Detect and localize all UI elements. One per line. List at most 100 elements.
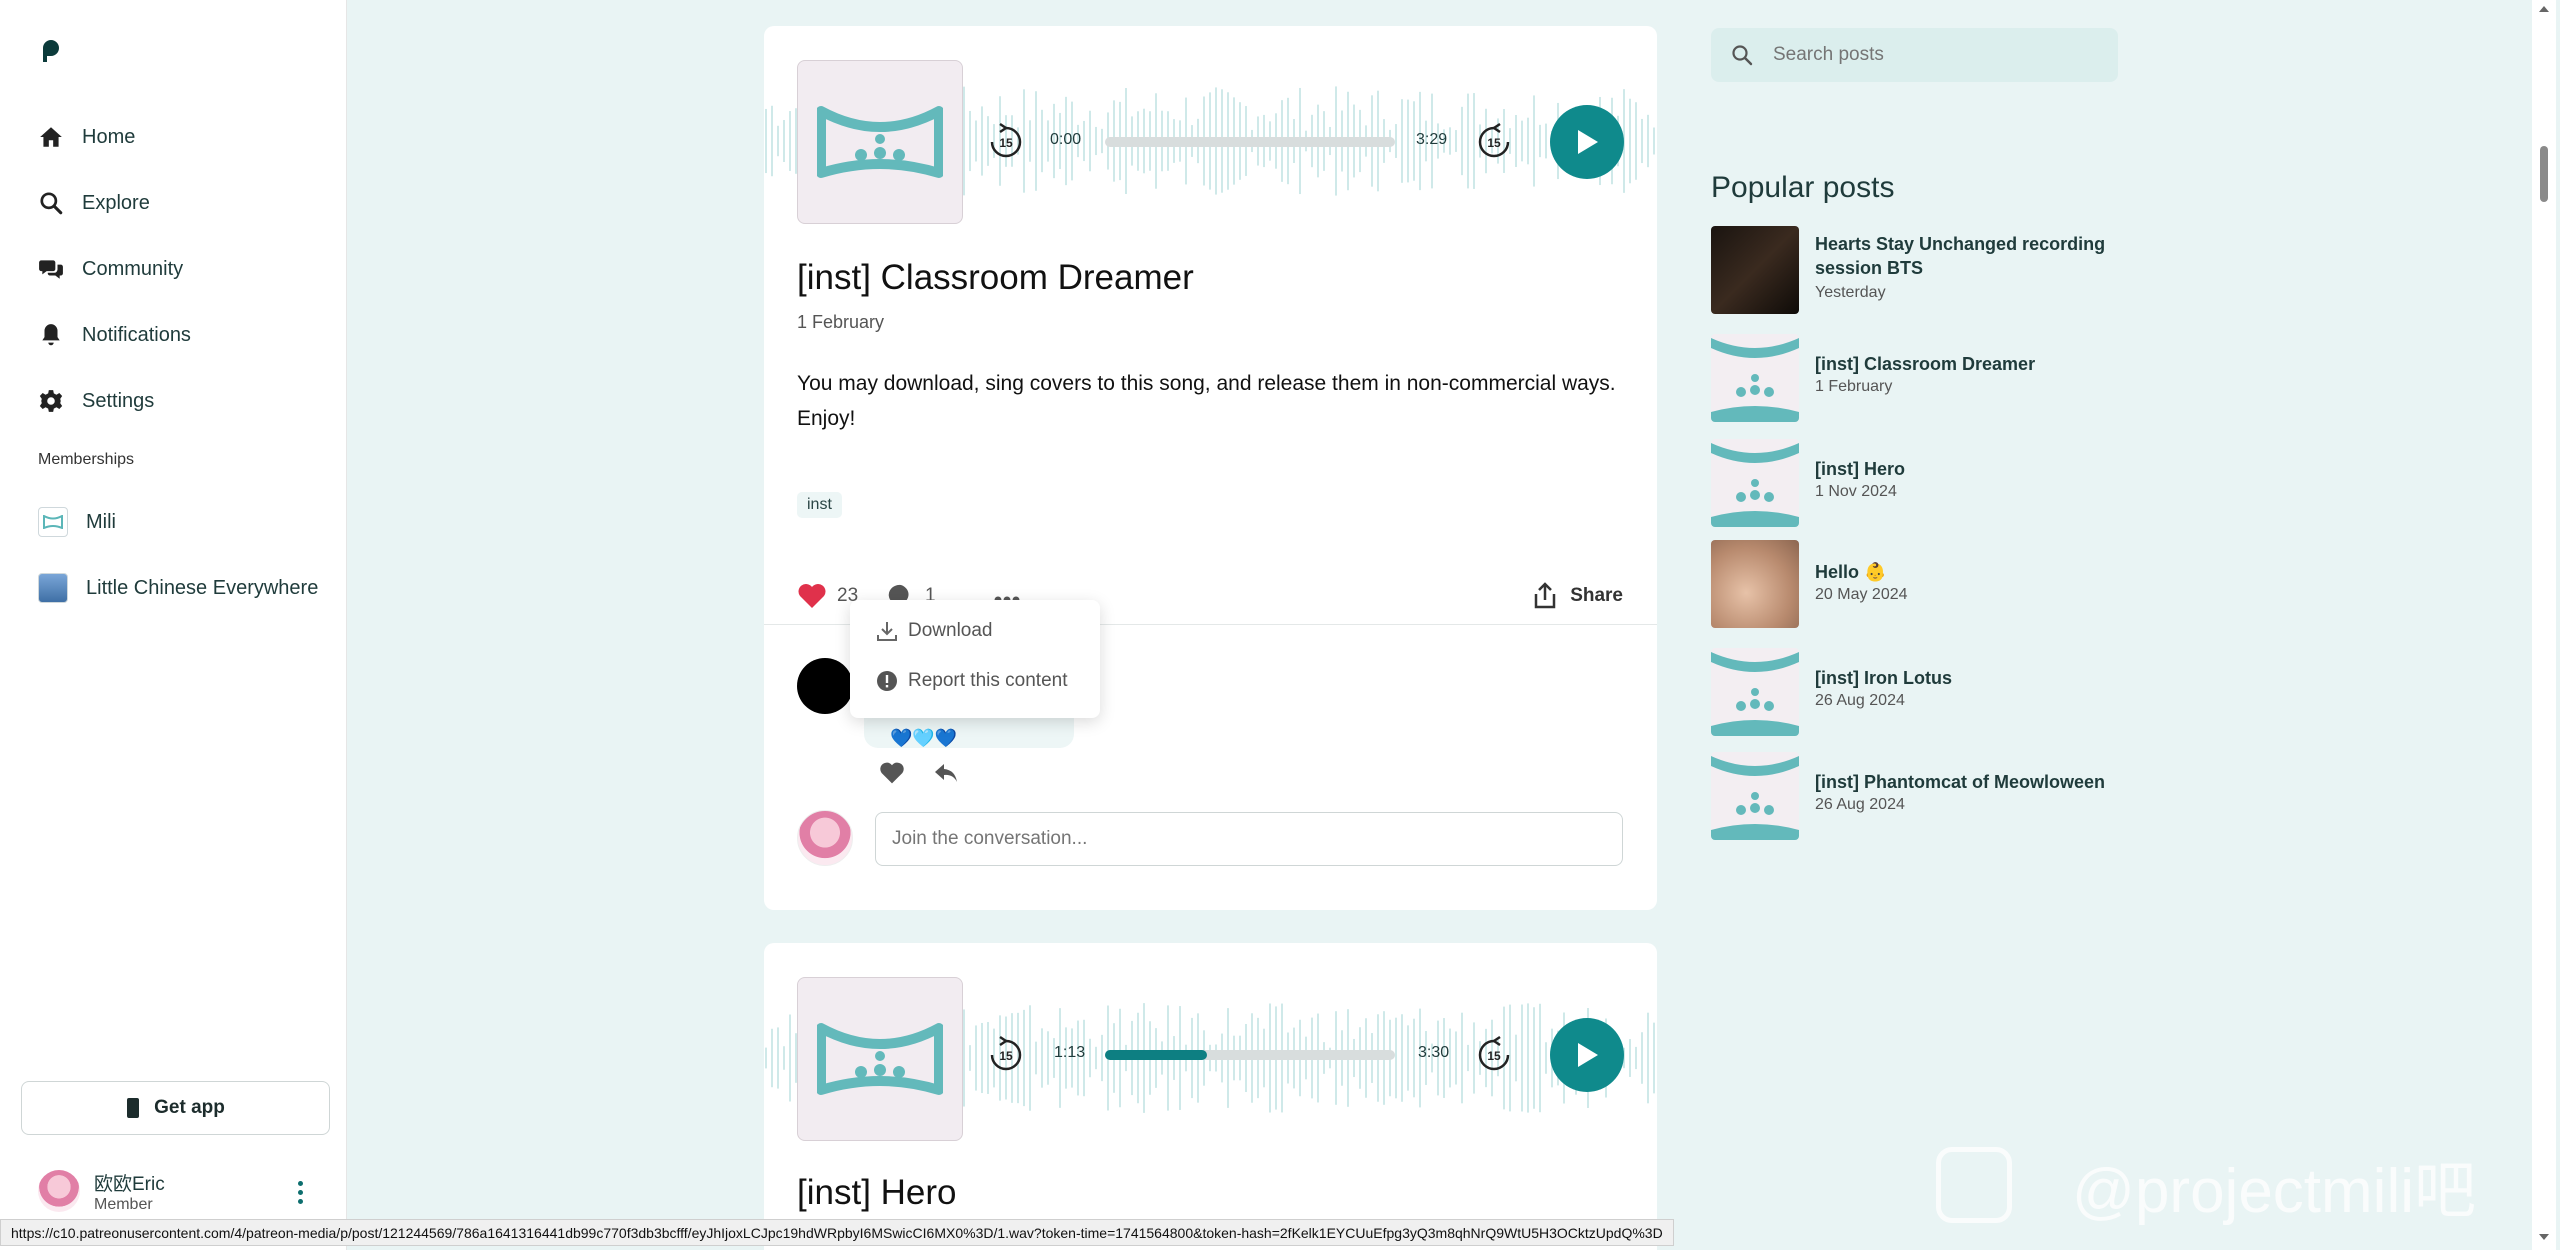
heart-icon — [798, 584, 826, 608]
popular-post-title: [inst] Hero — [1815, 459, 1905, 479]
report-menu-item[interactable]: Report this content — [876, 670, 1067, 692]
post-body: You may download, sing covers to this so… — [797, 372, 1616, 430]
comment-input[interactable] — [875, 812, 1623, 866]
play-button[interactable] — [1550, 1018, 1624, 1092]
svg-text:15: 15 — [1487, 1049, 1501, 1063]
membership-little-chinese-everywhere[interactable]: Little Chinese Everywhere — [38, 571, 318, 605]
total-time: 3:29 — [1416, 131, 1448, 148]
nav-notifications-label: Notifications — [82, 323, 191, 346]
post-title[interactable]: [inst] Hero — [797, 1173, 957, 1213]
cover-art — [797, 977, 963, 1141]
popular-post-item[interactable]: [inst] Hero 1 Nov 2024 — [1711, 439, 2131, 529]
popular-post-date: 26 Aug 2024 — [1815, 692, 1905, 709]
nav-settings-label: Settings — [82, 389, 155, 412]
svg-text:15: 15 — [1487, 136, 1501, 150]
progress-bar[interactable] — [1105, 1050, 1395, 1060]
avatar — [38, 1170, 80, 1212]
patreon-logo-icon[interactable] — [38, 38, 64, 64]
nav-community[interactable]: Community — [38, 244, 183, 294]
progress-bar[interactable] — [1105, 137, 1395, 147]
membership-lce-label: Little Chinese Everywhere — [86, 576, 319, 599]
download-label: Download — [908, 620, 993, 641]
memberships-heading: Memberships — [38, 451, 135, 468]
tag-inst[interactable]: inst — [797, 492, 842, 518]
watermark: @projectmili吧 — [1936, 1140, 2476, 1230]
search-icon — [40, 192, 63, 215]
svg-text:15: 15 — [999, 1049, 1013, 1063]
download-menu-item[interactable]: Download — [876, 620, 993, 642]
post-thumbnail — [1711, 540, 1799, 628]
comment-actions — [879, 760, 959, 786]
play-icon — [1578, 130, 1598, 154]
post-date: 1 February — [797, 312, 885, 332]
sidebar: Home Explore Community Notifications Set… — [0, 0, 347, 1250]
get-app-label: Get app — [154, 1097, 225, 1118]
cover-art — [797, 60, 963, 224]
popular-post-item[interactable]: [inst] Phantomcat of Meowloween 26 Aug 2… — [1711, 752, 2131, 842]
get-app-button[interactable]: Get app — [21, 1081, 330, 1135]
scrollbar-thumb[interactable] — [2540, 146, 2548, 202]
post-thumbnail — [1711, 334, 1799, 422]
audio-player: 15 1:13 3:30 15 — [764, 943, 1657, 1173]
avatar — [797, 810, 853, 866]
current-time: 1:13 — [1054, 1044, 1086, 1061]
heart-icon[interactable] — [879, 760, 905, 786]
svg-text:15: 15 — [999, 136, 1013, 150]
post-card: 15 0:00 3:29 15 [inst] Classroom Dreamer… — [764, 26, 1657, 910]
popular-posts-heading: Popular posts — [1711, 171, 1895, 204]
phone-icon — [127, 1098, 140, 1118]
play-button[interactable] — [1550, 105, 1624, 179]
forward-15-icon[interactable]: 15 — [1474, 1035, 1514, 1075]
popular-post-title: [inst] Phantomcat of Meowloween — [1815, 772, 2106, 792]
popular-post-item[interactable]: Hearts Stay Unchanged recording session … — [1711, 226, 2131, 316]
rewind-15-icon[interactable]: 15 — [986, 122, 1026, 162]
reply-icon[interactable] — [933, 760, 959, 786]
membership-mili[interactable]: Mili — [38, 505, 116, 539]
user-role: Member — [94, 1195, 153, 1213]
alert-icon — [877, 671, 897, 691]
post-thumbnail — [1711, 226, 1799, 314]
scrollbar[interactable] — [2532, 0, 2556, 1250]
more-options-icon[interactable] — [298, 1181, 303, 1208]
share-label: Share — [1570, 585, 1623, 606]
nav-home[interactable]: Home — [38, 112, 135, 162]
little-chinese-everywhere-avatar — [38, 573, 68, 603]
forward-15-icon[interactable]: 15 — [1474, 122, 1514, 162]
post-options-menu: Download Report this content — [850, 600, 1100, 718]
membership-mili-label: Mili — [86, 510, 116, 533]
search-box[interactable] — [1711, 28, 2118, 82]
popular-post-title: [inst] Classroom Dreamer — [1815, 354, 2036, 374]
commenter-avatar[interactable] — [797, 658, 853, 714]
like-button[interactable]: 23 — [797, 582, 858, 610]
post-title[interactable]: [inst] Classroom Dreamer — [797, 258, 1194, 298]
mili-avatar — [38, 507, 68, 537]
watermark-logo — [1936, 1147, 2012, 1223]
user-name: 欧欧Eric — [94, 1173, 165, 1195]
scroll-up-icon[interactable] — [2539, 6, 2549, 12]
post-thumbnail — [1711, 648, 1799, 736]
gear-icon — [39, 390, 63, 412]
nav-settings[interactable]: Settings — [38, 376, 154, 426]
share-icon — [1534, 582, 1556, 609]
popular-post-date: 1 February — [1815, 378, 1893, 395]
user-profile[interactable]: 欧欧Eric Member — [38, 1167, 318, 1215]
popular-post-date: 1 Nov 2024 — [1815, 483, 1897, 500]
status-bar-url: https://c10.patreonusercontent.com/4/pat… — [0, 1219, 1674, 1246]
post-card: 15 1:13 3:30 15 [inst] Hero — [764, 943, 1657, 1250]
popular-post-item[interactable]: [inst] Classroom Dreamer 1 February — [1711, 334, 2131, 424]
chat-bubbles-icon — [39, 260, 63, 279]
current-time: 0:00 — [1050, 131, 1082, 148]
popular-post-item[interactable]: [inst] Iron Lotus 26 Aug 2024 — [1711, 648, 2131, 738]
scroll-down-icon[interactable] — [2539, 1234, 2549, 1240]
search-input[interactable] — [1773, 44, 2093, 66]
popular-post-title: Hello 👶 — [1815, 562, 1887, 582]
rewind-15-icon[interactable]: 15 — [986, 1035, 1026, 1075]
post-thumbnail — [1711, 752, 1799, 840]
download-icon — [877, 622, 897, 641]
share-button[interactable]: Share — [1532, 582, 1623, 610]
nav-notifications[interactable]: Notifications — [38, 310, 191, 360]
popular-post-item[interactable]: Hello 👶 20 May 2024 — [1711, 540, 2131, 630]
popular-post-date: 20 May 2024 — [1815, 586, 1908, 603]
nav-explore[interactable]: Explore — [38, 178, 150, 228]
total-time: 3:30 — [1418, 1044, 1450, 1061]
